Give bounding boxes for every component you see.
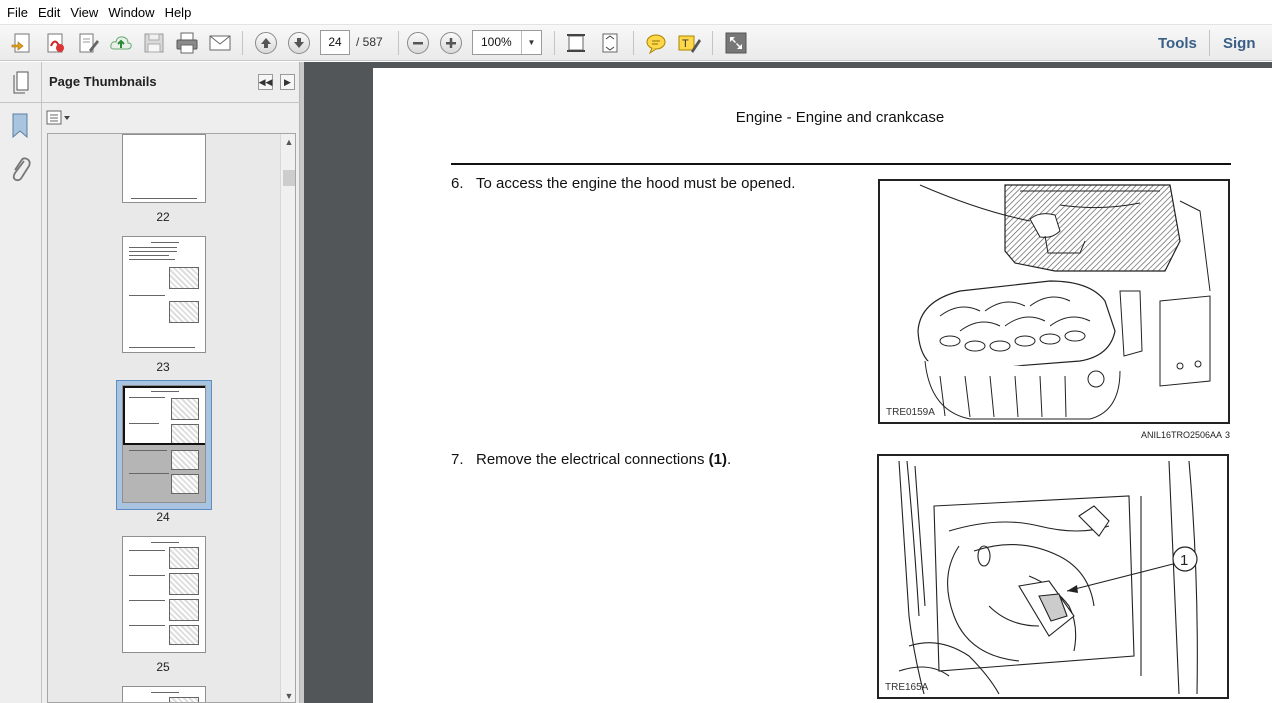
- email-icon[interactable]: [206, 29, 234, 57]
- cloud-upload-icon[interactable]: [107, 29, 135, 57]
- thumbnail-page-24[interactable]: [122, 385, 206, 503]
- zoom-select[interactable]: 100% ▼: [472, 30, 542, 55]
- menu-view[interactable]: View: [65, 0, 103, 25]
- heading-rule: [451, 163, 1231, 165]
- page-total: / 587: [356, 35, 383, 49]
- step-number: 6.: [451, 175, 464, 192]
- toolbar: T: [0, 25, 1272, 61]
- figure-code: TRE0159A: [886, 407, 935, 418]
- scroll-up-icon[interactable]: ▲: [281, 134, 295, 150]
- thumbnail-list: 22 23 24 25 ▲ ▼: [47, 133, 296, 703]
- callout-number: 1: [1180, 552, 1188, 569]
- svg-text:T: T: [682, 38, 689, 50]
- zoom-in-button[interactable]: [437, 29, 465, 57]
- acrobat-pdf-icon[interactable]: [41, 29, 69, 57]
- attachment-icon[interactable]: [8, 155, 32, 186]
- tools-button[interactable]: Tools: [1158, 35, 1197, 52]
- step-number: 7.: [451, 451, 464, 468]
- edit-document-icon[interactable]: [74, 29, 102, 57]
- bookmark-icon[interactable]: [9, 112, 31, 143]
- page-heading: Engine - Engine and crankcase: [735, 109, 945, 126]
- create-pdf-icon[interactable]: [8, 29, 36, 57]
- page-thumbnails-tab-icon[interactable]: [0, 62, 42, 103]
- thumbnail-label: 23: [156, 360, 170, 374]
- minus-icon: [407, 32, 429, 54]
- figure-engine-hood: TRE0159A: [878, 179, 1230, 424]
- previous-page-button[interactable]: [252, 29, 280, 57]
- step-text: Remove the electrical connections: [476, 451, 709, 468]
- menu-window[interactable]: Window: [103, 0, 159, 25]
- figure-code: TRE165A: [885, 682, 929, 693]
- step-text: To access the engine the hood must be op…: [476, 175, 796, 192]
- comment-icon[interactable]: [642, 29, 670, 57]
- thumbnail-page-25[interactable]: [122, 536, 206, 653]
- thumbnail-options-button[interactable]: [46, 109, 72, 127]
- step-callout: (1): [708, 451, 727, 468]
- menu-help[interactable]: Help: [160, 0, 197, 25]
- document-page: Engine - Engine and crankcase 6. To acces…: [373, 68, 1272, 703]
- thumbnail-label: 25: [156, 660, 170, 674]
- print-icon[interactable]: [173, 29, 201, 57]
- figure-reference: ANIL16TRO2506AA: [1141, 430, 1223, 440]
- page-number-input[interactable]: 24: [320, 30, 350, 55]
- figure-electrical-connections: 1 TRE165A: [877, 454, 1229, 699]
- fit-width-icon[interactable]: [562, 29, 590, 57]
- thumbnail-page-26[interactable]: [122, 686, 206, 702]
- chevron-down-icon[interactable]: ▼: [521, 31, 541, 54]
- fit-page-icon[interactable]: [596, 29, 624, 57]
- scroll-down-icon[interactable]: ▼: [281, 688, 295, 702]
- zoom-out-button[interactable]: [404, 29, 432, 57]
- arrow-up-icon: [255, 32, 277, 54]
- menu-edit[interactable]: Edit: [33, 0, 65, 25]
- navigation-rail: [0, 62, 42, 703]
- step-text-end: .: [726, 451, 732, 468]
- menu-bar: File Edit View Window Help: [0, 0, 1272, 25]
- thumbnail-label: 22: [156, 210, 170, 224]
- highlight-text-icon[interactable]: T: [675, 29, 703, 57]
- wiring-illustration: 1: [898, 460, 1198, 695]
- next-page-button[interactable]: [285, 29, 313, 57]
- panel-title: Page Thumbnails: [49, 74, 157, 89]
- figure-index: 3: [1225, 430, 1231, 440]
- thumbnail-label: 24: [156, 510, 170, 524]
- thumbnail-page-22[interactable]: [122, 134, 206, 203]
- zoom-value: 100%: [481, 35, 512, 49]
- thumbnail-page-23[interactable]: [122, 236, 206, 353]
- full-screen-icon[interactable]: [722, 29, 750, 57]
- panel-splitter[interactable]: [300, 62, 304, 703]
- plus-icon: [440, 32, 462, 54]
- expand-panel-icon[interactable]: ▶: [280, 74, 295, 90]
- menu-file[interactable]: File: [2, 0, 33, 25]
- panel-header: Page Thumbnails ◀◀ ▶: [42, 62, 300, 103]
- thumbnails-panel: Page Thumbnails ◀◀ ▶ 22 23 24 25 ▲ ▼: [42, 62, 300, 703]
- step-6: 6. To access the engine the hood must be …: [451, 175, 795, 192]
- hood-illustration: [917, 184, 1211, 420]
- collapse-panel-icon[interactable]: ◀◀: [258, 74, 273, 90]
- step-7: 7. Remove the electrical connections (1).: [451, 451, 731, 468]
- thumbnail-scrollbar[interactable]: ▲ ▼: [280, 134, 295, 702]
- scrollbar-thumb[interactable]: [283, 170, 295, 186]
- save-icon[interactable]: [140, 29, 168, 57]
- sign-button[interactable]: Sign: [1223, 35, 1256, 52]
- arrow-down-icon: [288, 32, 310, 54]
